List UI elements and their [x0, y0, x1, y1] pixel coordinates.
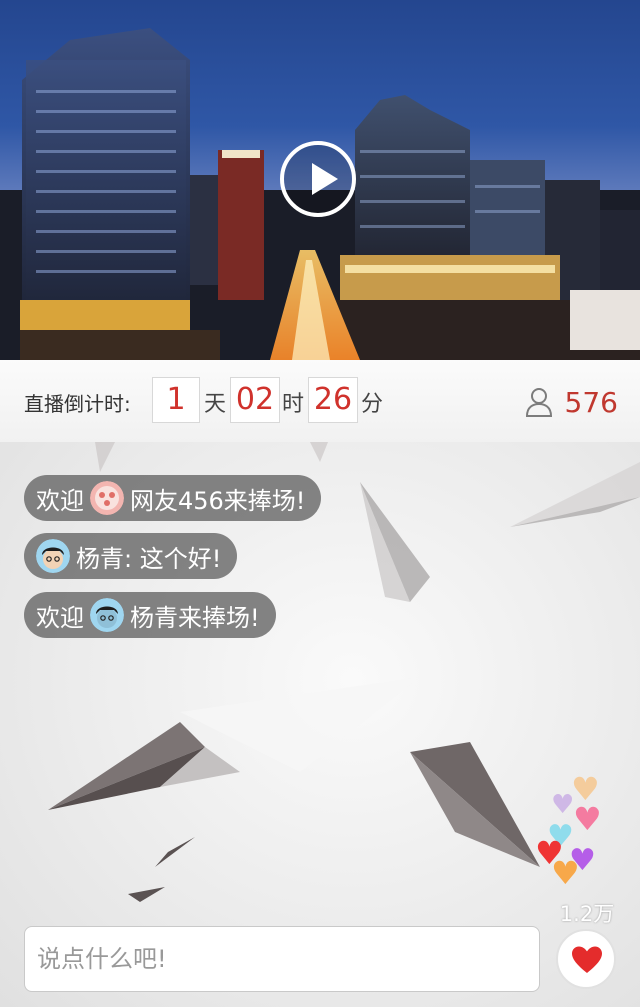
chat-message-prefix: 欢迎: [36, 603, 84, 632]
like-count: 1.2万: [559, 902, 615, 926]
countdown-bar: 直播倒计时: 1 天 02 时 26 分 576: [0, 360, 640, 442]
chat-message-prefix: 欢迎: [36, 486, 84, 515]
avatar: [90, 598, 124, 632]
chat-message-text: 网友456来捧场!: [130, 486, 306, 515]
chat-message: 欢迎 网友456来捧场!: [24, 475, 322, 521]
play-button[interactable]: [280, 141, 356, 217]
countdown-minutes-unit: 分: [361, 392, 384, 417]
avatar: [36, 539, 70, 573]
viewer-count: 576: [525, 382, 618, 422]
live-video-preview[interactable]: [0, 0, 640, 360]
heart-icon: ♥: [551, 854, 580, 892]
countdown-days: 1: [152, 377, 200, 423]
chat-message: 欢迎 杨青来捧场!: [24, 592, 276, 638]
chat-area: [0, 442, 640, 1007]
countdown-hours: 02: [230, 377, 280, 423]
viewer-count-value: 576: [564, 385, 618, 419]
like-button[interactable]: [556, 929, 616, 989]
comment-input[interactable]: [35, 927, 519, 991]
avatar: [90, 481, 124, 515]
heart-icon: ♥: [551, 790, 575, 820]
chat-message: 杨青: 这个好!: [24, 533, 238, 579]
heart-icon: [572, 946, 602, 973]
floating-hearts: ♥ ♥ ♥ ♥ ♥ ♥ ♥: [535, 770, 625, 890]
chat-message-text: 杨青来捧场!: [130, 603, 260, 632]
comment-input-box[interactable]: [24, 926, 540, 992]
play-icon: [312, 163, 338, 195]
chat-message-text: 杨青: 这个好!: [76, 544, 222, 573]
person-icon: [525, 388, 552, 417]
heart-icon: ♥: [573, 800, 602, 838]
paper-plane-background: [48, 442, 640, 902]
countdown-hours-unit: 时: [282, 392, 305, 417]
countdown-minutes: 26: [308, 377, 358, 423]
countdown-days-unit: 天: [204, 392, 227, 417]
countdown-label: 直播倒计时:: [24, 392, 131, 416]
